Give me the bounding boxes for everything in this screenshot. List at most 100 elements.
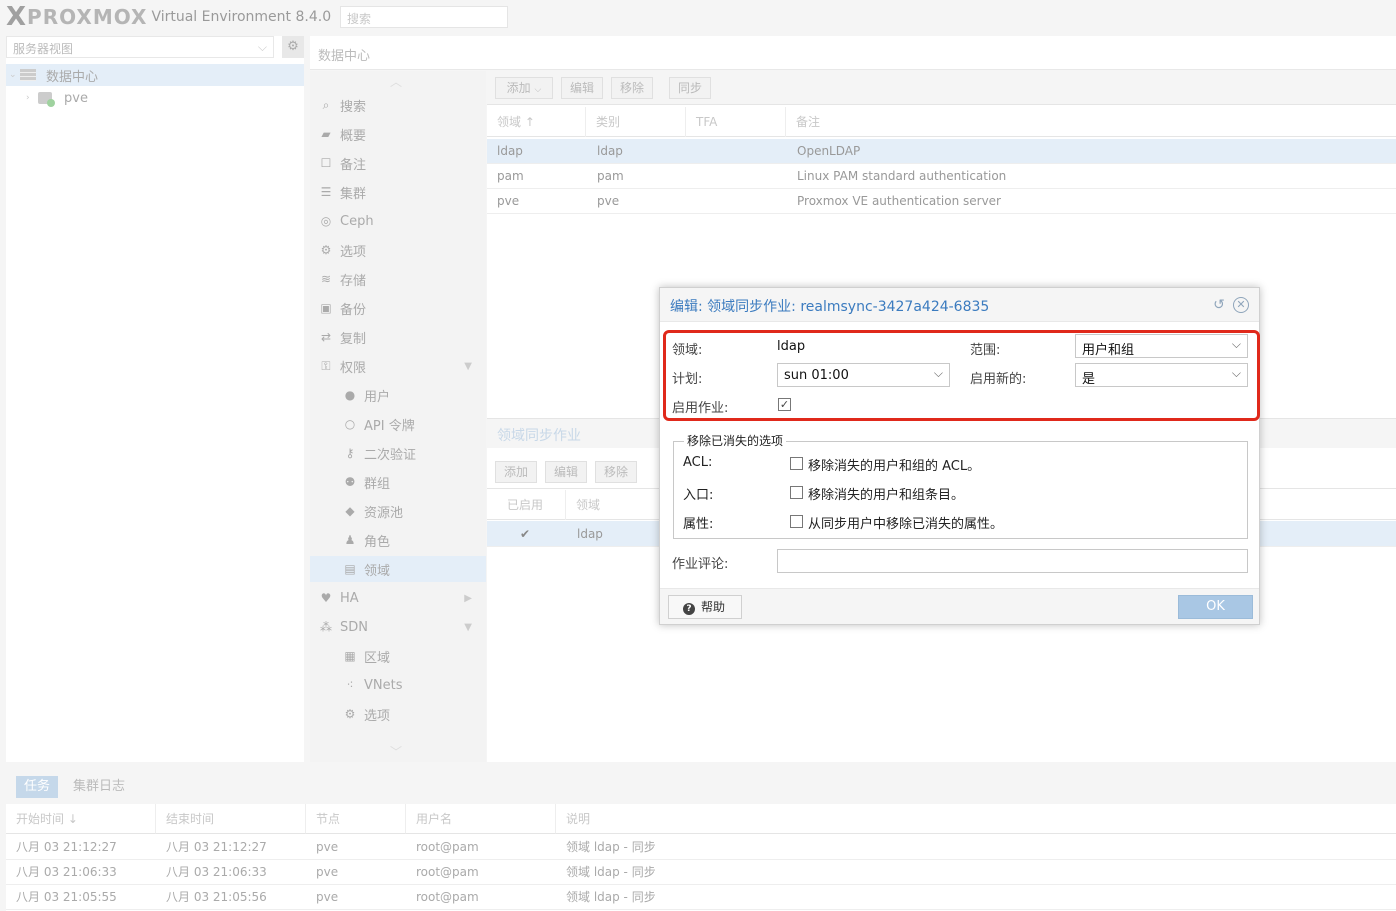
reset-icon[interactable]: ↺: [1211, 297, 1227, 313]
nav-item-replication[interactable]: ⇄ 复制: [310, 324, 486, 350]
tab-cluster-log[interactable]: 集群日志: [65, 776, 133, 798]
nav-item-zones[interactable]: ▦ 区域: [310, 643, 486, 669]
resource-tree-panel: 服务器视图 ⌵ ⚙ ⌄ 数据中心 › pve: [6, 36, 304, 762]
column-header-description[interactable]: 说明: [556, 804, 1396, 834]
column-header-realm[interactable]: 领域: [566, 490, 666, 520]
nav-item-label: 领域: [364, 563, 391, 579]
cell-type: pam: [597, 169, 624, 183]
enable-job-checkbox[interactable]: ✓: [778, 398, 791, 411]
tab-tasks[interactable]: 任务: [16, 776, 59, 798]
sdn-icon: ⁂: [320, 620, 332, 634]
nav-item-sdn-options[interactable]: ⚙ 选项: [310, 701, 486, 727]
edit-button[interactable]: 编辑: [561, 77, 603, 99]
nav-item-realms[interactable]: ▤ 领域: [310, 556, 486, 582]
column-header-realm[interactable]: 领域 ↑: [487, 107, 586, 137]
user-icon: ●: [344, 388, 356, 402]
column-header-user[interactable]: 用户名: [406, 804, 556, 834]
enable-new-label: 启用新的:: [970, 372, 1027, 387]
nav-item-notes[interactable]: ☐ 备注: [310, 150, 486, 176]
nav-item-two-factor[interactable]: ⚷ 二次验证: [310, 440, 486, 466]
chevron-down-icon[interactable]: ▼: [464, 622, 472, 633]
scope-value: 用户和组: [1082, 343, 1135, 358]
nav-item-cluster[interactable]: ☰ 集群: [310, 179, 486, 205]
entry-option-text[interactable]: 移除消失的用户和组条目。: [808, 484, 964, 503]
scroll-up-icon[interactable]: ︿: [390, 73, 402, 90]
expand-icon[interactable]: ⌄: [6, 70, 20, 80]
nav-item-permissions[interactable]: ⚿ 权限 ▼: [310, 353, 486, 379]
cell-end: 八月 03 21:12:27: [166, 840, 267, 854]
cell-realm: pve: [497, 194, 520, 208]
sync-edit-button[interactable]: 编辑: [545, 461, 587, 483]
remove-button[interactable]: 移除: [611, 77, 653, 99]
column-header-enabled[interactable]: 已启用: [497, 490, 566, 520]
users-icon: ⚉: [344, 475, 356, 489]
entry-checkbox[interactable]: [790, 486, 803, 499]
nav-item-sdn[interactable]: ⁂ SDN ▼: [310, 614, 486, 640]
acl-checkbox[interactable]: [790, 457, 803, 470]
gear-icon: ⚙: [320, 243, 332, 257]
table-row[interactable]: 八月 03 21:05:55 八月 03 21:05:56 pve root@p…: [6, 885, 1396, 910]
table-row[interactable]: ldap ldap OpenLDAP: [487, 139, 1396, 164]
table-row[interactable]: pam pam Linux PAM standard authenticatio…: [487, 164, 1396, 189]
close-icon[interactable]: ✕: [1233, 297, 1249, 313]
network-icon: ⁖: [346, 678, 354, 692]
nav-item-api-tokens[interactable]: ○ API 令牌: [310, 411, 486, 437]
column-header-node[interactable]: 节点: [306, 804, 406, 834]
nav-item-vnets[interactable]: ⁖ VNets: [310, 672, 486, 698]
chevron-down-icon[interactable]: ⌵: [1232, 366, 1241, 381]
nav-item-users[interactable]: ● 用户: [310, 382, 486, 408]
nav-item-pools[interactable]: ◆ 资源池: [310, 498, 486, 524]
properties-checkbox[interactable]: [790, 515, 803, 528]
nav-item-options[interactable]: ⚙ 选项: [310, 237, 486, 263]
dialog-title: 编辑: 领域同步作业: realmsync-3427a424-6835: [670, 299, 990, 315]
enable-new-select[interactable]: 是 ⌵: [1075, 363, 1248, 387]
view-selector-value: 服务器视图: [13, 42, 74, 56]
nav-item-ha[interactable]: ♥ HA ▶: [310, 585, 486, 611]
column-header-tfa[interactable]: TFA: [686, 107, 786, 137]
column-header-end[interactable]: 结束时间: [156, 804, 306, 834]
comment-input[interactable]: [777, 549, 1248, 573]
table-row[interactable]: 八月 03 21:06:33 八月 03 21:06:33 pve root@p…: [6, 860, 1396, 885]
acl-option-text[interactable]: 移除消失的用户和组的 ACL。: [808, 455, 980, 474]
expand-icon[interactable]: ›: [26, 93, 38, 103]
properties-option-text[interactable]: 从同步用户中移除已消失的属性。: [808, 513, 1003, 532]
sync-add-button[interactable]: 添加: [495, 461, 537, 483]
table-row[interactable]: pve pve Proxmox VE authentication server: [487, 189, 1396, 214]
tree-item-datacenter[interactable]: ⌄ 数据中心: [6, 64, 304, 86]
ok-button[interactable]: OK: [1178, 595, 1253, 619]
gear-icon[interactable]: ⚙: [282, 36, 304, 58]
scope-select[interactable]: 用户和组 ⌵: [1075, 334, 1248, 358]
chevron-down-icon[interactable]: ▼: [464, 361, 472, 372]
nav-item-backup[interactable]: ▣ 备份: [310, 295, 486, 321]
chevron-right-icon[interactable]: ▶: [464, 593, 472, 604]
cell-user: root@pam: [416, 840, 479, 854]
chevron-down-icon[interactable]: ⌵: [1232, 337, 1241, 352]
table-row[interactable]: 八月 03 21:12:27 八月 03 21:12:27 pve root@p…: [6, 835, 1396, 860]
nav-item-search[interactable]: ⌕ 搜索: [310, 92, 486, 118]
add-button[interactable]: 添加 ⌵: [495, 77, 553, 99]
nav-item-groups[interactable]: ⚉ 群组: [310, 469, 486, 495]
realms-toolbar: 添加 ⌵ 编辑 移除 同步: [487, 71, 1396, 105]
column-header-start[interactable]: 开始时间 ↓: [6, 804, 156, 834]
cell-description: 领域 ldap - 同步: [566, 865, 656, 879]
scroll-down-icon[interactable]: ﹀: [390, 743, 402, 760]
column-header-type[interactable]: 类别: [586, 107, 686, 137]
chevron-down-icon[interactable]: ⌵: [934, 366, 943, 381]
sync-button[interactable]: 同步: [669, 77, 711, 99]
nav-item-storage[interactable]: ≋ 存储: [310, 266, 486, 292]
nav-item-label: API 令牌: [364, 418, 415, 434]
tree-item-pve[interactable]: › pve: [6, 87, 304, 109]
nav-item-ceph[interactable]: ◎ Ceph: [310, 208, 486, 234]
nav-item-label: 选项: [340, 244, 367, 260]
proxmox-logo[interactable]: X PROXMOX Virtual Environment 8.4.0: [6, 2, 331, 32]
sync-remove-button[interactable]: 移除: [595, 461, 637, 483]
view-selector[interactable]: 服务器视图 ⌵: [6, 36, 274, 58]
column-header-comment[interactable]: 备注: [786, 107, 1396, 137]
nav-item-roles[interactable]: ♟ 角色: [310, 527, 486, 553]
help-button[interactable]: ? 帮助: [668, 595, 742, 619]
schedule-combobox[interactable]: sun 01:00 ⌵: [777, 363, 950, 387]
cell-start: 八月 03 21:05:55: [16, 890, 117, 904]
search-input[interactable]: 搜索: [340, 6, 508, 28]
nav-item-summary[interactable]: ▰ 概要: [310, 121, 486, 147]
realms-grid-header: 领域 ↑ 类别 TFA 备注: [487, 107, 1396, 137]
